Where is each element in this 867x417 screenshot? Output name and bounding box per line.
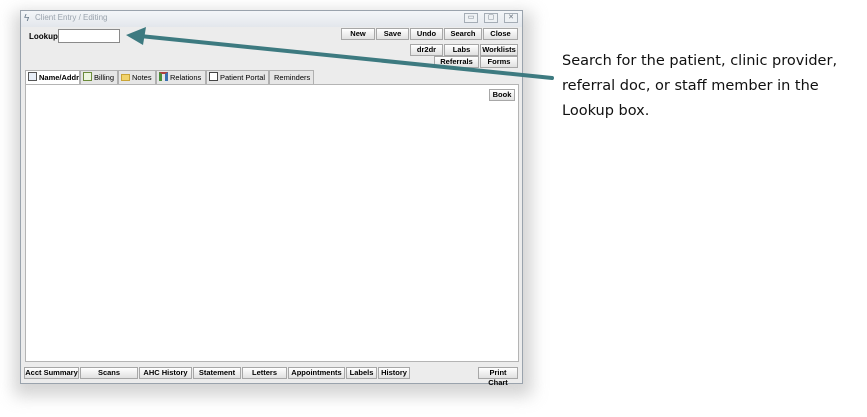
caption-line-3: Lookup box.	[562, 103, 650, 119]
arrow-head	[126, 27, 146, 45]
annotation-caption: Search for the patient, clinic provider,…	[562, 49, 862, 124]
arrow-shaft	[138, 34, 554, 80]
caption-line-1: Search for the patient, clinic provider,	[562, 53, 838, 69]
caption-line-2: referral doc, or staff member in the	[562, 78, 819, 94]
